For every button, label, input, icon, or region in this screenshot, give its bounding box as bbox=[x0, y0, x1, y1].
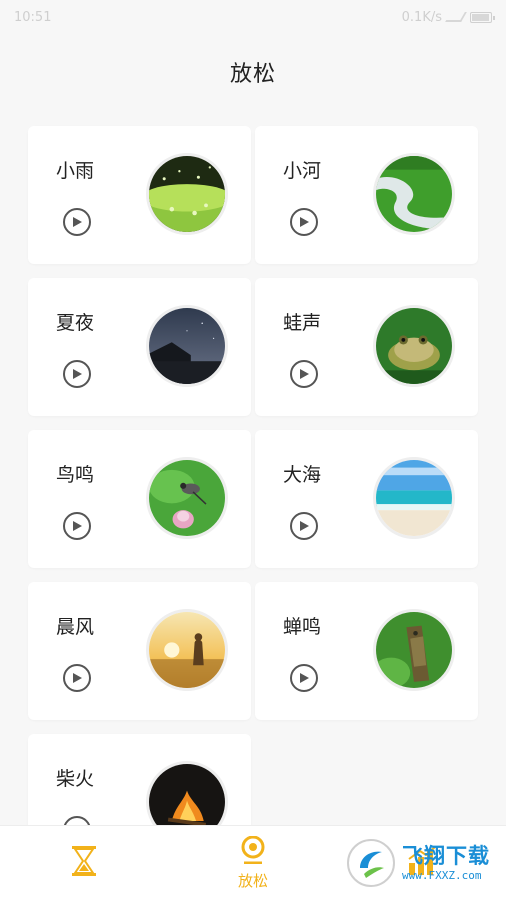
sound-label: 小河 bbox=[283, 160, 322, 182]
sound-label: 大海 bbox=[283, 464, 322, 486]
play-icon[interactable] bbox=[63, 512, 91, 540]
sound-label: 晨风 bbox=[56, 616, 95, 638]
relax-icon bbox=[238, 835, 268, 868]
watermark-logo-icon bbox=[347, 839, 395, 887]
frog-thumbnail bbox=[373, 305, 455, 387]
play-icon[interactable] bbox=[290, 208, 318, 236]
sound-label: 鸟鸣 bbox=[56, 464, 95, 486]
sunrise-thumbnail bbox=[146, 609, 228, 691]
sound-card-rain[interactable]: 小雨 bbox=[28, 126, 251, 264]
sound-card-river[interactable]: 小河 bbox=[255, 126, 478, 264]
sound-card-frog[interactable]: 蛙声 bbox=[255, 278, 478, 416]
hourglass-icon bbox=[70, 845, 98, 881]
network-speed: 0.1K/s bbox=[401, 9, 442, 25]
rain-thumbnail bbox=[146, 153, 228, 235]
tab-relax-label: 放松 bbox=[238, 871, 269, 890]
battery-icon bbox=[470, 11, 495, 23]
status-bar: 10:51 0.1K/s bbox=[0, 0, 506, 34]
bird-thumbnail bbox=[146, 457, 228, 539]
sound-card-cicada[interactable]: 蝉鸣 bbox=[255, 582, 478, 720]
sound-card-bird[interactable]: 鸟鸣 bbox=[28, 430, 251, 568]
sound-label: 蝉鸣 bbox=[283, 616, 322, 638]
play-icon[interactable] bbox=[290, 360, 318, 388]
watermark-url: www.FXXZ.com bbox=[402, 869, 482, 882]
sound-card-morning-wind[interactable]: 晨风 bbox=[28, 582, 251, 720]
sea-thumbnail bbox=[373, 457, 455, 539]
status-icons: 0.1K/s bbox=[401, 9, 495, 25]
play-icon[interactable] bbox=[63, 664, 91, 692]
play-icon[interactable] bbox=[290, 512, 318, 540]
sound-grid: 小雨 小河 夏夜 蛙声 鸟鸣 大海 晨风 蝉鸣 柴火 bbox=[28, 126, 478, 872]
tab-timer[interactable] bbox=[0, 826, 169, 900]
play-icon[interactable] bbox=[63, 360, 91, 388]
sound-card-sea[interactable]: 大海 bbox=[255, 430, 478, 568]
play-icon[interactable] bbox=[63, 208, 91, 236]
sound-label: 小雨 bbox=[56, 160, 95, 182]
sound-card-summer-night[interactable]: 夏夜 bbox=[28, 278, 251, 416]
tab-relax[interactable]: 放松 bbox=[169, 826, 338, 900]
sound-label: 蛙声 bbox=[283, 312, 322, 334]
status-time: 10:51 bbox=[14, 9, 52, 25]
cicada-thumbnail bbox=[373, 609, 455, 691]
signal-icon bbox=[445, 12, 467, 22]
sound-label: 柴火 bbox=[56, 768, 95, 790]
watermark: 飞翔下载 www.FXXZ.com bbox=[344, 836, 498, 890]
page-title: 放松 bbox=[229, 62, 276, 87]
sound-label: 夏夜 bbox=[56, 312, 95, 334]
watermark-title: 飞翔下载 bbox=[402, 844, 490, 868]
river-thumbnail bbox=[373, 153, 455, 235]
night-thumbnail bbox=[146, 305, 228, 387]
play-icon[interactable] bbox=[290, 664, 318, 692]
